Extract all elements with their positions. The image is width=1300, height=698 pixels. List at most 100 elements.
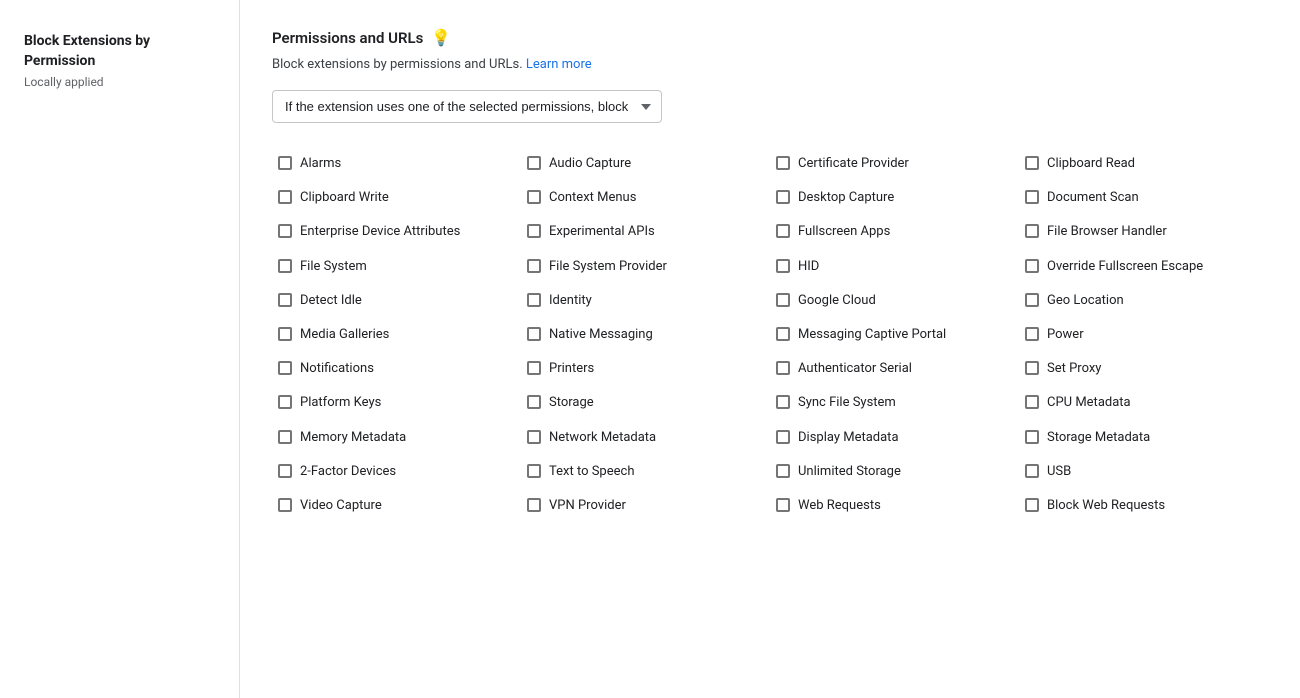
section-header: Permissions and URLs 💡	[272, 28, 1268, 47]
permission-label-block-web-requests: Block Web Requests	[1047, 497, 1165, 515]
permission-item-power: Power	[1019, 318, 1268, 352]
permission-item-detect-idle: Detect Idle	[272, 284, 521, 318]
section-title: Permissions and URLs	[272, 29, 423, 47]
checkbox-identity[interactable]	[527, 293, 541, 307]
checkbox-desktop-capture[interactable]	[776, 190, 790, 204]
learn-more-link[interactable]: Learn more	[526, 57, 592, 72]
permission-item-video-capture: Video Capture	[272, 489, 521, 523]
permission-item-override-fullscreen-escape: Override Fullscreen Escape	[1019, 250, 1268, 284]
checkbox-context-menus[interactable]	[527, 190, 541, 204]
checkbox-authenticator-serial[interactable]	[776, 361, 790, 375]
checkbox-display-metadata[interactable]	[776, 430, 790, 444]
checkbox-alarms[interactable]	[278, 156, 292, 170]
permission-item-printers: Printers	[521, 352, 770, 386]
sidebar: Block Extensions by Permission Locally a…	[0, 0, 240, 698]
permission-label-authenticator-serial: Authenticator Serial	[798, 360, 912, 378]
checkbox-storage[interactable]	[527, 395, 541, 409]
permission-label-video-capture: Video Capture	[300, 497, 382, 515]
checkbox-sync-file-system[interactable]	[776, 395, 790, 409]
permission-label-identity: Identity	[549, 292, 592, 310]
checkbox-2-factor-devices[interactable]	[278, 464, 292, 478]
checkbox-detect-idle[interactable]	[278, 293, 292, 307]
permission-label-set-proxy: Set Proxy	[1047, 360, 1101, 378]
main-content: Permissions and URLs 💡 Block extensions …	[240, 0, 1300, 698]
checkbox-document-scan[interactable]	[1025, 190, 1039, 204]
permission-item-alarms: Alarms	[272, 147, 521, 181]
permission-label-hid: HID	[798, 258, 819, 276]
permission-item-file-system-provider: File System Provider	[521, 250, 770, 284]
permission-label-enterprise-device-attributes: Enterprise Device Attributes	[300, 223, 460, 241]
checkbox-override-fullscreen-escape[interactable]	[1025, 259, 1039, 273]
checkbox-notifications[interactable]	[278, 361, 292, 375]
checkbox-file-system[interactable]	[278, 259, 292, 273]
permission-label-file-system: File System	[300, 258, 367, 276]
checkbox-media-galleries[interactable]	[278, 327, 292, 341]
permission-label-document-scan: Document Scan	[1047, 189, 1139, 207]
permission-label-platform-keys: Platform Keys	[300, 394, 381, 412]
checkbox-web-requests[interactable]	[776, 498, 790, 512]
checkbox-storage-metadata[interactable]	[1025, 430, 1039, 444]
checkbox-file-browser-handler[interactable]	[1025, 224, 1039, 238]
checkbox-memory-metadata[interactable]	[278, 430, 292, 444]
checkbox-cpu-metadata[interactable]	[1025, 395, 1039, 409]
permission-item-audio-capture: Audio Capture	[521, 147, 770, 181]
checkbox-enterprise-device-attributes[interactable]	[278, 224, 292, 238]
permission-label-audio-capture: Audio Capture	[549, 155, 631, 173]
permission-item-storage-metadata: Storage Metadata	[1019, 421, 1268, 455]
permission-item-enterprise-device-attributes: Enterprise Device Attributes	[272, 215, 521, 249]
permission-label-unlimited-storage: Unlimited Storage	[798, 463, 901, 481]
checkbox-unlimited-storage[interactable]	[776, 464, 790, 478]
permission-item-clipboard-write: Clipboard Write	[272, 181, 521, 215]
permission-item-block-web-requests: Block Web Requests	[1019, 489, 1268, 523]
checkbox-native-messaging[interactable]	[527, 327, 541, 341]
permission-item-hid: HID	[770, 250, 1019, 284]
checkbox-usb[interactable]	[1025, 464, 1039, 478]
description-text: Block extensions by permissions and URLs…	[272, 57, 523, 72]
checkbox-text-to-speech[interactable]	[527, 464, 541, 478]
permission-item-native-messaging: Native Messaging	[521, 318, 770, 352]
permission-item-identity: Identity	[521, 284, 770, 318]
permission-label-storage-metadata: Storage Metadata	[1047, 429, 1150, 447]
permission-label-notifications: Notifications	[300, 360, 374, 378]
permission-label-file-browser-handler: File Browser Handler	[1047, 223, 1167, 241]
checkbox-power[interactable]	[1025, 327, 1039, 341]
permission-label-messaging-captive-portal: Messaging Captive Portal	[798, 326, 946, 344]
permission-item-storage: Storage	[521, 386, 770, 420]
permission-item-notifications: Notifications	[272, 352, 521, 386]
permission-label-sync-file-system: Sync File System	[798, 394, 896, 412]
permission-item-usb: USB	[1019, 455, 1268, 489]
checkbox-block-web-requests[interactable]	[1025, 498, 1039, 512]
checkbox-geo-location[interactable]	[1025, 293, 1039, 307]
permission-label-vpn-provider: VPN Provider	[549, 497, 626, 515]
checkbox-platform-keys[interactable]	[278, 395, 292, 409]
permission-label-context-menus: Context Menus	[549, 189, 636, 207]
permission-label-printers: Printers	[549, 360, 594, 378]
permission-label-alarms: Alarms	[300, 155, 341, 173]
permission-item-memory-metadata: Memory Metadata	[272, 421, 521, 455]
permission-label-detect-idle: Detect Idle	[300, 292, 362, 310]
lightbulb-icon: 💡	[431, 28, 451, 47]
checkbox-hid[interactable]	[776, 259, 790, 273]
permission-label-2-factor-devices: 2-Factor Devices	[300, 463, 396, 481]
checkbox-network-metadata[interactable]	[527, 430, 541, 444]
checkbox-messaging-captive-portal[interactable]	[776, 327, 790, 341]
checkbox-fullscreen-apps[interactable]	[776, 224, 790, 238]
checkbox-experimental-apis[interactable]	[527, 224, 541, 238]
permission-item-platform-keys: Platform Keys	[272, 386, 521, 420]
checkbox-audio-capture[interactable]	[527, 156, 541, 170]
checkbox-clipboard-write[interactable]	[278, 190, 292, 204]
checkbox-file-system-provider[interactable]	[527, 259, 541, 273]
permission-mode-dropdown[interactable]: If the extension uses one of the selecte…	[272, 90, 662, 123]
checkbox-video-capture[interactable]	[278, 498, 292, 512]
checkbox-google-cloud[interactable]	[776, 293, 790, 307]
permission-item-vpn-provider: VPN Provider	[521, 489, 770, 523]
checkbox-set-proxy[interactable]	[1025, 361, 1039, 375]
permission-label-display-metadata: Display Metadata	[798, 429, 899, 447]
permission-label-override-fullscreen-escape: Override Fullscreen Escape	[1047, 258, 1203, 276]
permission-item-certificate-provider: Certificate Provider	[770, 147, 1019, 181]
checkbox-vpn-provider[interactable]	[527, 498, 541, 512]
checkbox-clipboard-read[interactable]	[1025, 156, 1039, 170]
checkbox-certificate-provider[interactable]	[776, 156, 790, 170]
checkbox-printers[interactable]	[527, 361, 541, 375]
permission-item-experimental-apis: Experimental APIs	[521, 215, 770, 249]
